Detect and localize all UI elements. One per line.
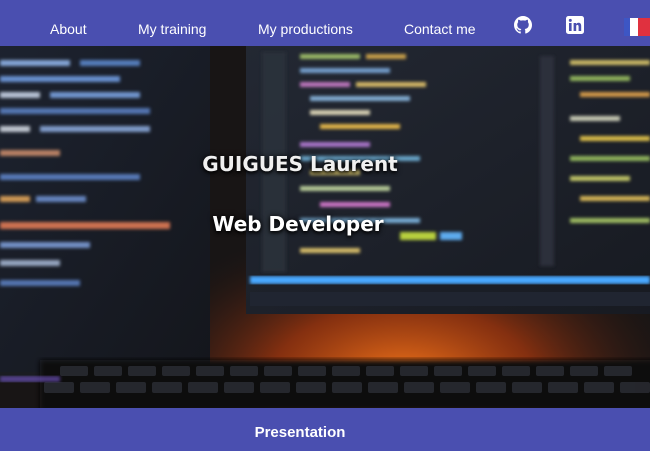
nav-link-contact-me[interactable]: Contact me [404,21,476,37]
top-navbar: About My training My productions Contact… [0,0,650,46]
linkedin-icon[interactable] [566,16,584,34]
hero-name: GUIGUES Laurent [202,152,398,176]
french-flag-icon[interactable] [624,18,650,36]
hero-section: GUIGUES Laurent Web Developer [0,46,650,408]
hero-job-title: Web Developer [212,212,384,236]
nav-link-my-productions[interactable]: My productions [258,21,353,37]
nav-link-my-training[interactable]: My training [138,21,206,37]
section-title-presentation: Presentation [254,424,346,441]
github-icon[interactable] [514,16,532,34]
nav-link-about[interactable]: About [50,21,87,37]
presentation-section-header: Presentation [0,408,650,451]
